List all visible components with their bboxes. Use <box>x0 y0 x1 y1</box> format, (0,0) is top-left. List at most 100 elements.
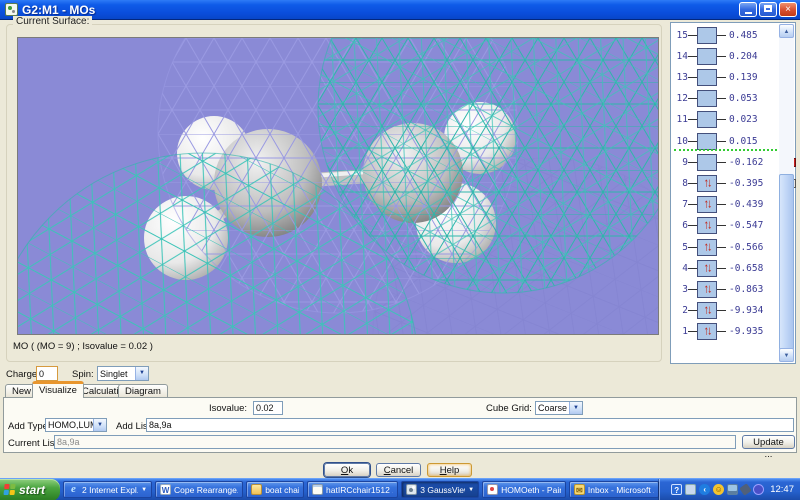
spin-down-arrow-icon: ↓ <box>707 324 712 339</box>
tab-visualize[interactable]: Visualize <box>32 381 84 398</box>
chevron-down-icon[interactable]: ▼ <box>93 419 106 431</box>
chevron-down-icon[interactable]: ▼ <box>135 367 148 380</box>
help-button[interactable]: Help <box>427 463 472 477</box>
mo-connector <box>688 288 697 290</box>
maximize-button[interactable] <box>759 2 777 17</box>
mo-row-12[interactable]: 12 0.053 <box>673 89 778 109</box>
taskbar-item-label: boat chair <box>265 484 300 495</box>
app-tray-icon[interactable] <box>685 484 697 495</box>
mo-row-6[interactable]: 6 ↑ ↓ -0.547 <box>673 216 778 236</box>
taskbar-item-label: 3 GaussView <box>420 484 465 495</box>
bluetooth-tray-icon[interactable]: ‹ <box>699 484 711 495</box>
mo-orbital-box[interactable]: ↑ ↓ <box>697 280 717 298</box>
mo-orbital-box[interactable]: ↑ ↓ <box>697 174 717 192</box>
taskbar-item-outlook[interactable]: ✉ Inbox - Microsoft ... <box>568 481 660 498</box>
mo-connector <box>688 98 697 100</box>
mo-connector <box>688 267 697 269</box>
mo-orbital-box[interactable] <box>697 111 717 129</box>
msn-tray-icon[interactable] <box>753 484 765 495</box>
scroll-down-icon[interactable]: ▼ <box>779 348 794 362</box>
mo-orbital-box[interactable] <box>697 132 717 150</box>
close-button[interactable]: × <box>779 2 797 17</box>
mo-row-1[interactable]: 1 ↑ ↓ -9.935 <box>673 322 778 342</box>
mo-orbital-box[interactable] <box>697 68 717 86</box>
mo-orbital-box[interactable] <box>697 26 717 44</box>
mo-connector <box>717 119 726 121</box>
cancel-button[interactable]: Cancel <box>376 463 421 477</box>
dialup-tray-icon[interactable] <box>739 483 752 496</box>
taskbar-item-notepad[interactable]: hatIRCchair1512 ... <box>307 481 399 498</box>
mo-panel-scrollbar[interactable]: ▲ ▼ <box>779 24 794 362</box>
mo-connector <box>717 225 726 227</box>
scroll-up-icon[interactable]: ▲ <box>779 24 794 38</box>
taskbar-item-folder[interactable]: boat chair <box>246 481 305 498</box>
mo-row-15[interactable]: 15 0.485 <box>673 25 778 45</box>
mo-orbital-box[interactable] <box>697 47 717 65</box>
gaussview-app-icon <box>5 3 18 16</box>
mo-number: 13 <box>676 71 688 83</box>
molecule-3d-view[interactable] <box>17 37 659 335</box>
mo-row-5[interactable]: 5 ↑ ↓ -0.566 <box>673 237 778 257</box>
isovalue-input[interactable] <box>253 401 283 415</box>
taskbar-item-gaussview[interactable]: 3 GaussView▼ <box>401 481 480 498</box>
mo-orbital-box[interactable]: ↑ ↓ <box>697 302 717 320</box>
mo-connector <box>688 140 697 142</box>
charge-input[interactable] <box>36 366 58 381</box>
taskbar-item-internet-explorer[interactable]: e 2 Internet Expl... ▼ <box>63 481 153 498</box>
spin-select[interactable]: Singlet ▼ <box>97 366 149 381</box>
network-tray-icon[interactable] <box>727 484 739 495</box>
mo-connector <box>717 246 726 248</box>
current-surface-group-label: Current Surface: <box>13 16 93 27</box>
cube-grid-select[interactable]: Coarse ▼ <box>535 401 583 415</box>
ok-button[interactable]: Ok <box>324 463 370 477</box>
mo-orbital-box[interactable]: ↑ ↓ <box>697 323 717 341</box>
mo-row-3[interactable]: 3 ↑ ↓ -0.863 <box>673 279 778 299</box>
window-titlebar[interactable]: G2:M1 - MOs × <box>0 0 800 20</box>
mo-energy-value: 0.023 <box>729 114 758 126</box>
word-document-icon: W <box>160 484 172 495</box>
mo-row-11[interactable]: 11 0.023 <box>673 110 778 130</box>
mo-row-7[interactable]: 7 ↑ ↓ -0.439 <box>673 195 778 215</box>
add-type-selected-value: HOMO,LUMO <box>48 420 93 430</box>
chevron-down-icon: ▼ <box>141 486 148 493</box>
mo-energy-value: -0.566 <box>729 241 764 253</box>
help-tray-icon[interactable]: ? <box>671 484 683 495</box>
mo-orbital-box[interactable] <box>697 153 717 171</box>
internet-explorer-icon: e <box>71 483 76 495</box>
tab-diagram[interactable]: Diagram <box>118 384 168 398</box>
mo-connector <box>717 140 726 142</box>
mo-number: 11 <box>676 114 688 126</box>
mo-energy-value: -9.934 <box>729 305 764 317</box>
spin-down-arrow-icon: ↓ <box>707 197 712 211</box>
mo-number: 6 <box>682 220 688 232</box>
mo-energy-value: 0.139 <box>729 71 758 83</box>
taskbar-item-word-document[interactable]: W Cope Rearrange... <box>155 481 244 498</box>
mo-row-4[interactable]: 4 ↑ ↓ -0.658 <box>673 258 778 278</box>
paint-icon <box>487 484 499 495</box>
scrollbar-thumb[interactable] <box>779 174 794 350</box>
mo-number: 8 <box>682 177 688 189</box>
mo-orbital-box[interactable]: ↑ ↓ <box>697 238 717 256</box>
mo-row-14[interactable]: 14 0.204 <box>673 46 778 66</box>
update-button[interactable]: Update ... <box>742 435 795 460</box>
mo-orbital-box[interactable] <box>697 90 717 108</box>
mo-row-10[interactable]: 10 0.015 <box>673 131 778 151</box>
mo-connector <box>717 331 726 333</box>
spin-selected-value: Singlet <box>100 368 128 379</box>
mo-orbital-box[interactable]: ↑ ↓ <box>697 259 717 277</box>
mo-row-2[interactable]: 2 ↑ ↓ -9.934 <box>673 301 778 321</box>
taskbar-item-paint[interactable]: HOMOeth - Paint <box>482 481 566 498</box>
start-button[interactable]: start <box>0 479 60 500</box>
mo-orbital-box[interactable]: ↑ ↓ <box>697 196 717 214</box>
start-label: start <box>19 482 46 497</box>
minimize-icon <box>744 12 752 14</box>
mo-row-13[interactable]: 13 0.139 <box>673 67 778 87</box>
add-type-select[interactable]: HOMO,LUMO ▼ <box>45 418 107 432</box>
chevron-down-icon[interactable]: ▼ <box>569 402 582 414</box>
messenger-tray-icon[interactable]: ☺ <box>713 484 725 495</box>
add-list-input[interactable] <box>146 418 794 432</box>
mo-row-8[interactable]: 8 ↑ ↓ -0.395 <box>673 173 796 193</box>
mo-orbital-box[interactable]: ↑ ↓ <box>697 217 717 235</box>
minimize-button[interactable] <box>739 2 757 17</box>
mo-row-9[interactable]: 9 -0.162 <box>673 152 796 172</box>
